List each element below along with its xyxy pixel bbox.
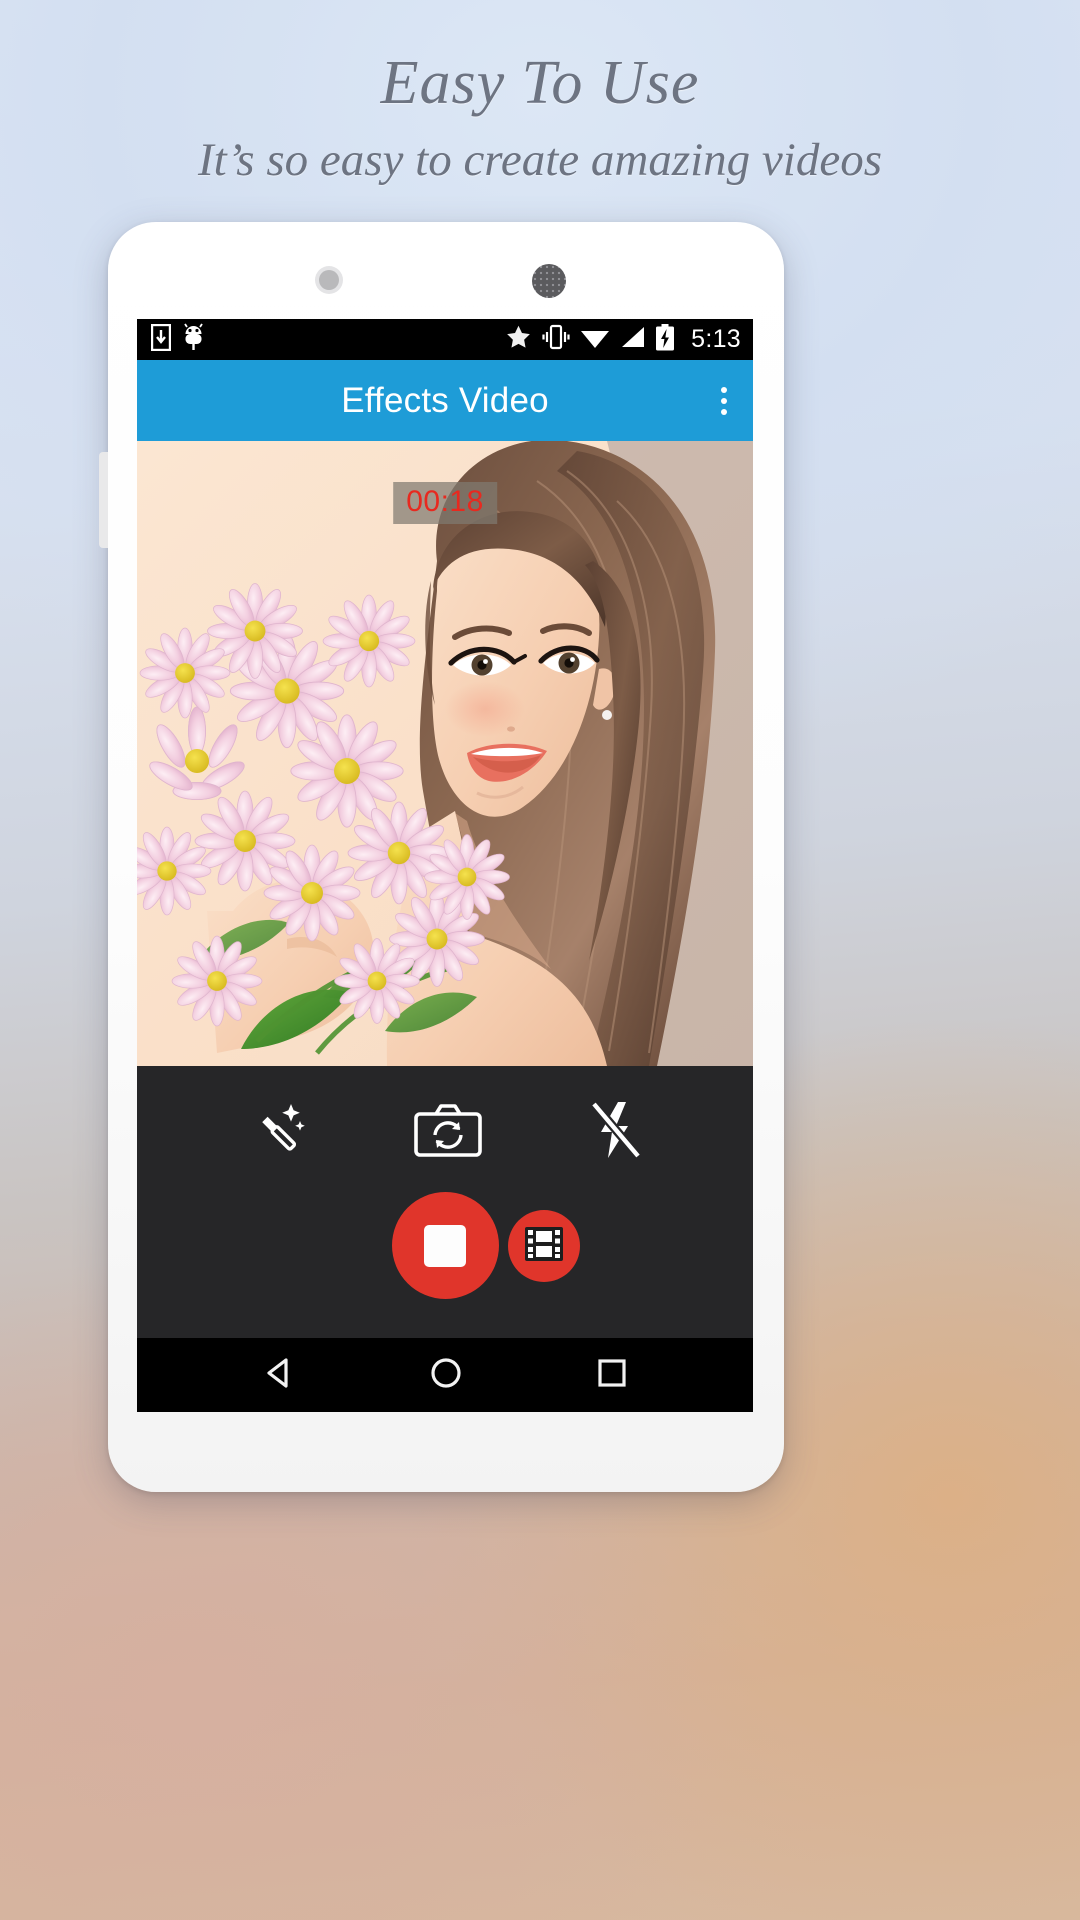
page-title: Easy To Use (380, 49, 700, 117)
film-strip-icon (523, 1223, 565, 1270)
preview-image (137, 441, 753, 1066)
recording-timer: 00:18 (393, 482, 497, 524)
triangle-back-icon[interactable] (262, 1356, 296, 1395)
app-title: Effects Video (341, 380, 549, 420)
stop-square-icon (424, 1224, 466, 1267)
phone-mockup: 5:13 Effects Video 00:18 (99, 222, 784, 1492)
status-bar-left-icons (150, 323, 204, 356)
camera-controls-top-row (137, 1066, 753, 1165)
status-bar-right-icons: 5:13 (505, 323, 741, 356)
phone-screen: 5:13 Effects Video 00:18 (137, 319, 753, 1412)
download-icon (150, 323, 172, 356)
page-subtitle: It’s so easy to create amazing videos (197, 134, 882, 186)
star-icon (505, 324, 532, 355)
android-icon (183, 323, 204, 356)
camera-controls-bottom-row (137, 1192, 753, 1299)
camera-preview[interactable]: 00:18 (137, 441, 753, 1066)
circle-home-icon[interactable] (429, 1356, 463, 1395)
promo-text-block: Easy To Use It’s so easy to create amazi… (0, 0, 1080, 187)
status-bar: 5:13 (137, 319, 753, 360)
camera-controls (137, 1066, 753, 1338)
square-recents-icon[interactable] (596, 1357, 628, 1394)
status-bar-clock: 5:13 (691, 325, 741, 353)
battery-charging-icon (655, 323, 675, 356)
front-camera-icon (319, 270, 339, 290)
more-vertical-icon[interactable] (721, 386, 727, 415)
app-toolbar: Effects Video (137, 360, 753, 441)
vibrate-icon (541, 324, 571, 355)
earpiece-speaker-icon (532, 264, 566, 298)
camera-flip-icon[interactable] (413, 1102, 483, 1163)
gallery-button[interactable] (508, 1210, 580, 1282)
wifi-icon (580, 325, 610, 354)
signal-icon (619, 325, 646, 354)
flash-off-icon[interactable] (588, 1100, 644, 1165)
magic-wand-icon[interactable] (246, 1101, 308, 1164)
stop-record-button[interactable] (391, 1192, 499, 1299)
android-nav-bar (137, 1338, 753, 1412)
